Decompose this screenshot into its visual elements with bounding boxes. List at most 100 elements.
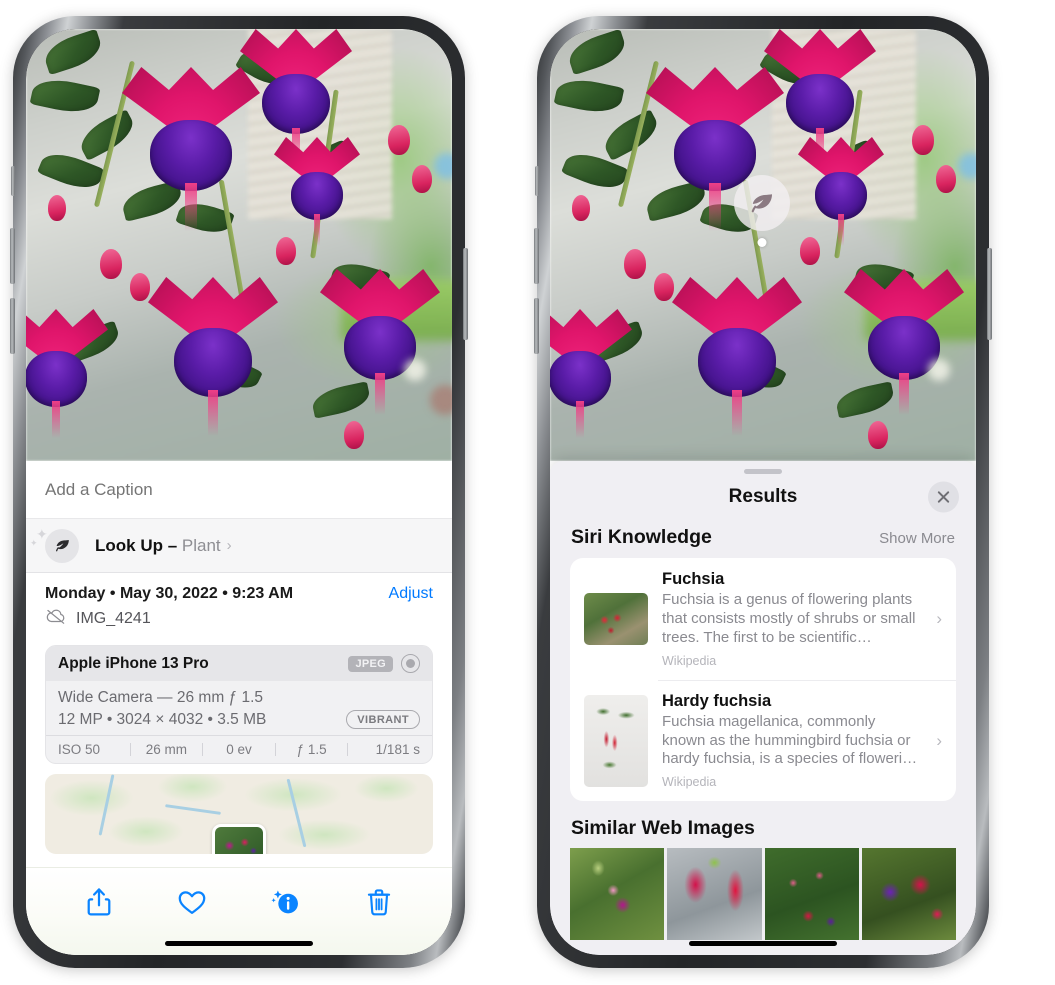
trash-icon[interactable]: [357, 882, 401, 922]
iphone-right-device: Results Siri Knowledge Show More Fuchsia…: [534, 16, 992, 968]
photo-bokeh: [430, 385, 452, 415]
map-photo-pin[interactable]: [212, 824, 266, 854]
photo-bud: [276, 237, 296, 265]
photo-bud: [936, 165, 956, 193]
bloom-corolla: [26, 350, 88, 407]
map-waterway: [286, 778, 307, 848]
bloom-stamens: [899, 372, 909, 416]
volume-up-button[interactable]: [10, 228, 15, 284]
knowledge-card-thumbnail: [584, 694, 648, 787]
close-icon[interactable]: [928, 481, 959, 513]
photo-bud: [800, 237, 820, 265]
bloom-corolla: [291, 172, 343, 220]
photo-viewer-right[interactable]: [550, 29, 976, 461]
photo-bud: [130, 273, 150, 301]
knowledge-card[interactable]: Hardy fuchsia Fuchsia magellanica, commo…: [570, 679, 956, 802]
photo-bud: [48, 195, 66, 221]
photo-date: Monday • May 30, 2022 • 9:23 AM: [45, 585, 294, 602]
adjust-button[interactable]: Adjust: [389, 585, 433, 603]
camera-info-card[interactable]: Apple iPhone 13 Pro JPEG Wide Camera — 2…: [45, 645, 433, 764]
map-waterway: [98, 774, 115, 836]
caption-field-row[interactable]: [26, 461, 452, 519]
knowledge-card-description: Fuchsia is a genus of flowering plants t…: [662, 591, 916, 646]
knowledge-card-text: Fuchsia Fuchsia is a genus of flowering …: [662, 570, 922, 668]
camera-stats-row: ISO 50 26 mm 0 ev ƒ 1.5 1/181 s: [46, 735, 432, 763]
similar-image-thumbnail[interactable]: [667, 848, 762, 941]
share-icon[interactable]: [77, 882, 121, 922]
knowledge-card-thumbnail: [584, 592, 648, 645]
knowledge-card-source: Wikipedia: [662, 653, 717, 668]
leaf-icon: [751, 194, 772, 213]
visual-lookup-badge[interactable]: [734, 175, 790, 247]
vibrant-badge: VIBRANT: [346, 710, 420, 729]
silent-switch[interactable]: [11, 166, 15, 196]
photo-bud: [100, 249, 122, 279]
stat-shutter: 1/181 s: [375, 742, 420, 757]
siri-knowledge-title: Siri Knowledge: [571, 526, 712, 548]
stat-iso: ISO 50: [58, 742, 101, 757]
silent-switch[interactable]: [535, 166, 539, 196]
photo-bud: [912, 125, 934, 155]
power-button[interactable]: [987, 248, 992, 340]
stat-ev: 0 ev: [226, 742, 252, 757]
metadata-date-row: Monday • May 30, 2022 • 9:23 AM Adjust: [45, 585, 433, 603]
knowledge-card-title: Hardy fuchsia: [662, 691, 772, 710]
look-up-title: Look Up: [95, 535, 163, 555]
results-title: Results: [728, 486, 798, 507]
siri-knowledge-header: Siri Knowledge Show More: [550, 520, 976, 558]
bloom-stamens: [375, 372, 385, 416]
look-up-label: Look Up – Plant: [95, 536, 221, 556]
bloom-corolla: [262, 73, 330, 135]
location-map-card[interactable]: [45, 774, 433, 854]
photo-fuchsia-bloom: [550, 309, 632, 438]
photo-viewer-left[interactable]: [26, 29, 452, 461]
camera-device-name: Apple iPhone 13 Pro: [58, 654, 209, 672]
look-up-row[interactable]: ✦ ✦ Look Up – Plant ›: [26, 519, 452, 573]
similar-image-thumbnail[interactable]: [570, 848, 665, 941]
caption-input[interactable]: [45, 479, 433, 500]
bloom-stamens: [207, 389, 219, 436]
photo-fuchsia-bloom: [274, 137, 360, 247]
power-button[interactable]: [463, 248, 468, 340]
iphone-left-device: ✦✦ Look Up – Plant ›: [10, 16, 468, 968]
similar-image-thumbnail[interactable]: [861, 848, 956, 941]
camera-info-body: Wide Camera — 26 mm ƒ 1.5 12 MP • 3024 ×…: [46, 681, 432, 735]
bloom-corolla: [815, 172, 867, 220]
similar-web-images-row[interactable]: [550, 848, 976, 941]
volume-up-button[interactable]: [534, 228, 539, 284]
info-sparkle-icon[interactable]: [264, 882, 308, 922]
chevron-right-icon: ›: [936, 730, 942, 750]
volume-down-button[interactable]: [10, 298, 15, 354]
photo-bud: [624, 249, 646, 279]
photo-bud: [868, 421, 888, 449]
results-header: Results: [550, 474, 976, 520]
siri-knowledge-card-list: Fuchsia Fuchsia is a genus of flowering …: [570, 558, 956, 802]
bloom-corolla: [550, 350, 612, 407]
camera-info-header: Apple iPhone 13 Pro JPEG: [46, 646, 432, 681]
map-waterway: [165, 804, 221, 815]
photo-bud: [388, 125, 410, 155]
bloom-corolla: [698, 328, 776, 398]
bloom-stamens: [313, 214, 321, 247]
camera-spec-row: 12 MP • 3024 × 4032 • 3.5 MB VIBRANT: [58, 710, 420, 729]
photo-bud: [412, 165, 432, 193]
home-indicator[interactable]: [689, 941, 837, 946]
knowledge-card[interactable]: Fuchsia Fuchsia is a genus of flowering …: [570, 558, 956, 680]
photo-fuchsia-bloom: [26, 309, 108, 438]
bloom-corolla: [786, 73, 854, 135]
similar-web-images-section: Similar Web Images: [550, 817, 976, 941]
camera-spec-line: 12 MP • 3024 × 4032 • 3.5 MB: [58, 710, 267, 728]
similar-web-images-title: Similar Web Images: [571, 817, 755, 840]
bloom-corolla: [149, 119, 233, 192]
heart-icon[interactable]: [170, 882, 214, 922]
screenshot-stage: ✦✦ Look Up – Plant ›: [0, 0, 1055, 985]
volume-down-button[interactable]: [534, 298, 539, 354]
stat-focal: 26 mm: [145, 742, 188, 757]
photo-fuchsia-bloom: [240, 29, 352, 168]
home-indicator[interactable]: [165, 941, 313, 946]
similar-image-thumbnail[interactable]: [764, 848, 859, 941]
left-bezel: ✦✦ Look Up – Plant ›: [26, 29, 452, 955]
show-more-button[interactable]: Show More: [879, 530, 955, 547]
bloom-stamens: [731, 389, 743, 436]
photo-bokeh: [404, 359, 426, 381]
